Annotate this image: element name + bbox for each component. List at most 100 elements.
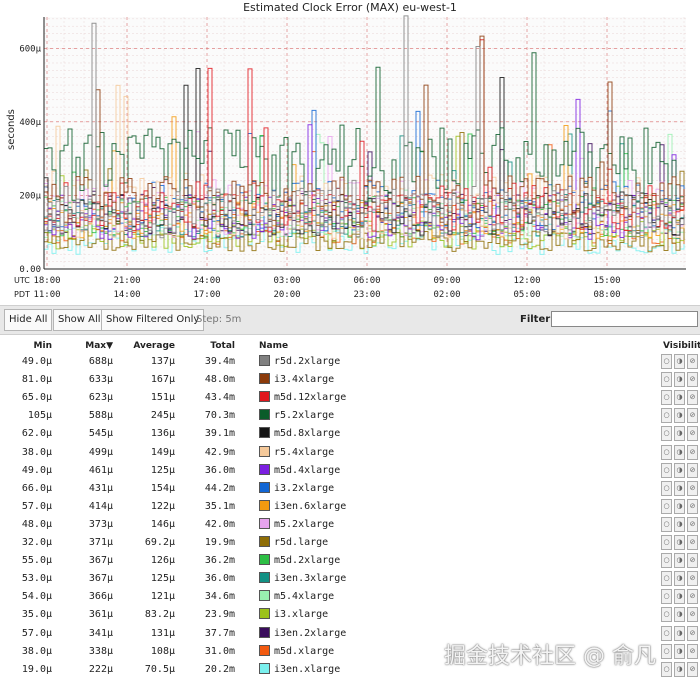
y-axis-label: seconds (6, 109, 17, 150)
visibility-hide-toggle[interactable]: ◑ (674, 607, 685, 623)
cell-max: 361µ (88, 609, 113, 621)
visibility-exclude-toggle[interactable]: ⊘ (687, 553, 698, 569)
visibility-exclude-toggle[interactable]: ⊘ (687, 643, 698, 659)
visibility-hide-toggle[interactable]: ◑ (674, 589, 685, 605)
series-name[interactable]: m5d.8xlarge (274, 428, 340, 439)
series-name[interactable]: m5.4xlarge (274, 591, 334, 602)
visibility-hide-toggle[interactable]: ◑ (674, 354, 685, 369)
visibility-show-toggle[interactable]: ○ (661, 516, 672, 532)
filter-input[interactable] (551, 311, 698, 327)
cell-min: 66.0µ (21, 482, 52, 494)
show-all-button[interactable]: Show All (53, 309, 106, 331)
visibility-exclude-toggle[interactable]: ⊘ (687, 516, 698, 532)
series-name[interactable]: r5.2xlarge (274, 410, 334, 421)
series-name[interactable]: m5d.xlarge (274, 646, 334, 657)
series-name[interactable]: m5d.4xlarge (274, 465, 340, 476)
visibility-exclude-toggle[interactable]: ⊘ (687, 498, 698, 514)
series-name[interactable]: r5d.2xlarge (274, 356, 340, 367)
visibility-hide-toggle[interactable]: ◑ (674, 372, 685, 388)
header-total[interactable]: Total (180, 341, 235, 351)
cell-total: 42.9m (204, 446, 235, 458)
cell-min: 53.0µ (21, 573, 52, 585)
visibility-show-toggle[interactable]: ○ (661, 643, 672, 659)
visibility-show-toggle[interactable]: ○ (661, 462, 672, 478)
cell-average: 125µ (150, 464, 175, 476)
visibility-exclude-toggle[interactable]: ⊘ (687, 372, 698, 388)
visibility-show-toggle[interactable]: ○ (661, 408, 672, 424)
visibility-hide-toggle[interactable]: ◑ (674, 516, 685, 532)
series-name[interactable]: i3en.3xlarge (274, 573, 346, 584)
visibility-show-toggle[interactable]: ○ (661, 625, 672, 641)
series-name[interactable]: r5d.large (274, 537, 328, 548)
visibility-show-toggle[interactable]: ○ (661, 553, 672, 569)
visibility-hide-toggle[interactable]: ◑ (674, 625, 685, 641)
visibility-show-toggle[interactable]: ○ (661, 480, 672, 496)
visibility-show-toggle[interactable]: ○ (661, 426, 672, 442)
visibility-exclude-toggle[interactable]: ⊘ (687, 607, 698, 623)
visibility-exclude-toggle[interactable]: ⊘ (687, 408, 698, 424)
visibility-hide-toggle[interactable]: ◑ (674, 480, 685, 496)
visibility-show-toggle[interactable]: ○ (661, 661, 672, 677)
visibility-hide-toggle[interactable]: ◑ (674, 535, 685, 550)
series-name[interactable]: i3en.6xlarge (274, 501, 346, 512)
x-tick-label-utc: 18:00 (33, 276, 60, 286)
visibility-hide-toggle[interactable]: ◑ (674, 408, 685, 424)
show-filtered-only-button[interactable]: Show Filtered Only (101, 309, 205, 331)
visibility-exclude-toggle[interactable]: ⊘ (687, 535, 698, 550)
series-name[interactable]: i3.xlarge (274, 609, 328, 620)
visibility-exclude-toggle[interactable]: ⊘ (687, 354, 698, 369)
header-average[interactable]: Average (118, 341, 175, 351)
visibility-show-toggle[interactable]: ○ (661, 571, 672, 587)
visibility-show-toggle[interactable]: ○ (661, 589, 672, 605)
series-name[interactable]: i3.2xlarge (274, 483, 334, 494)
visibility-hide-toggle[interactable]: ◑ (674, 643, 685, 659)
table-row: 65.0µ 623µ 151µ 43.4m m5d.12xlarge ○ ◑ ⊘ (0, 390, 700, 408)
visibility-hide-toggle[interactable]: ◑ (674, 444, 685, 460)
series-name[interactable]: i3en.xlarge (274, 664, 340, 675)
visibility-hide-toggle[interactable]: ◑ (674, 462, 685, 478)
visibility-show-toggle[interactable]: ○ (661, 390, 672, 406)
visibility-hide-toggle[interactable]: ◑ (674, 661, 685, 677)
cell-max: 414µ (88, 500, 113, 512)
header-max[interactable]: Max▼ (55, 341, 113, 351)
legend-toolbar: Hide All Show All Show Filtered Only Ste… (0, 305, 700, 335)
tz-label-utc: UTC (14, 276, 30, 285)
visibility-show-toggle[interactable]: ○ (661, 372, 672, 388)
header-name[interactable]: Name (259, 341, 288, 351)
visibility-exclude-toggle[interactable]: ⊘ (687, 589, 698, 605)
x-tick-label-pdt: 05:00 (513, 290, 540, 300)
visibility-hide-toggle[interactable]: ◑ (674, 498, 685, 514)
visibility-show-toggle[interactable]: ○ (661, 607, 672, 623)
visibility-hide-toggle[interactable]: ◑ (674, 426, 685, 442)
series-color-swatch (259, 608, 270, 620)
series-name[interactable]: m5d.12xlarge (274, 392, 346, 403)
visibility-exclude-toggle[interactable]: ⊘ (687, 462, 698, 478)
visibility-hide-toggle[interactable]: ◑ (674, 553, 685, 569)
cell-max: 545µ (88, 428, 113, 440)
visibility-hide-toggle[interactable]: ◑ (674, 571, 685, 587)
series-name[interactable]: i3.4xlarge (274, 374, 334, 385)
visibility-exclude-toggle[interactable]: ⊘ (687, 444, 698, 460)
visibility-show-toggle[interactable]: ○ (661, 354, 672, 369)
series-color-swatch (259, 590, 270, 602)
series-name[interactable]: m5.2xlarge (274, 519, 334, 530)
series-color-swatch (259, 554, 270, 566)
series-color-swatch (259, 481, 270, 493)
hide-all-button[interactable]: Hide All (4, 309, 53, 331)
visibility-exclude-toggle[interactable]: ⊘ (687, 426, 698, 442)
visibility-show-toggle[interactable]: ○ (661, 498, 672, 514)
series-name[interactable]: m5d.2xlarge (274, 555, 340, 566)
header-min[interactable]: Min (0, 341, 52, 351)
series-name[interactable]: i3en.2xlarge (274, 628, 346, 639)
visibility-exclude-toggle[interactable]: ⊘ (687, 390, 698, 406)
visibility-show-toggle[interactable]: ○ (661, 444, 672, 460)
cell-average: 136µ (150, 428, 175, 440)
table-row: 62.0µ 545µ 136µ 39.1m m5d.8xlarge ○ ◑ ⊘ (0, 426, 700, 444)
visibility-show-toggle[interactable]: ○ (661, 535, 672, 550)
visibility-exclude-toggle[interactable]: ⊘ (687, 480, 698, 496)
visibility-exclude-toggle[interactable]: ⊘ (687, 625, 698, 641)
visibility-exclude-toggle[interactable]: ⊘ (687, 571, 698, 587)
visibility-exclude-toggle[interactable]: ⊘ (687, 661, 698, 677)
series-name[interactable]: r5.4xlarge (274, 447, 334, 458)
visibility-hide-toggle[interactable]: ◑ (674, 390, 685, 406)
